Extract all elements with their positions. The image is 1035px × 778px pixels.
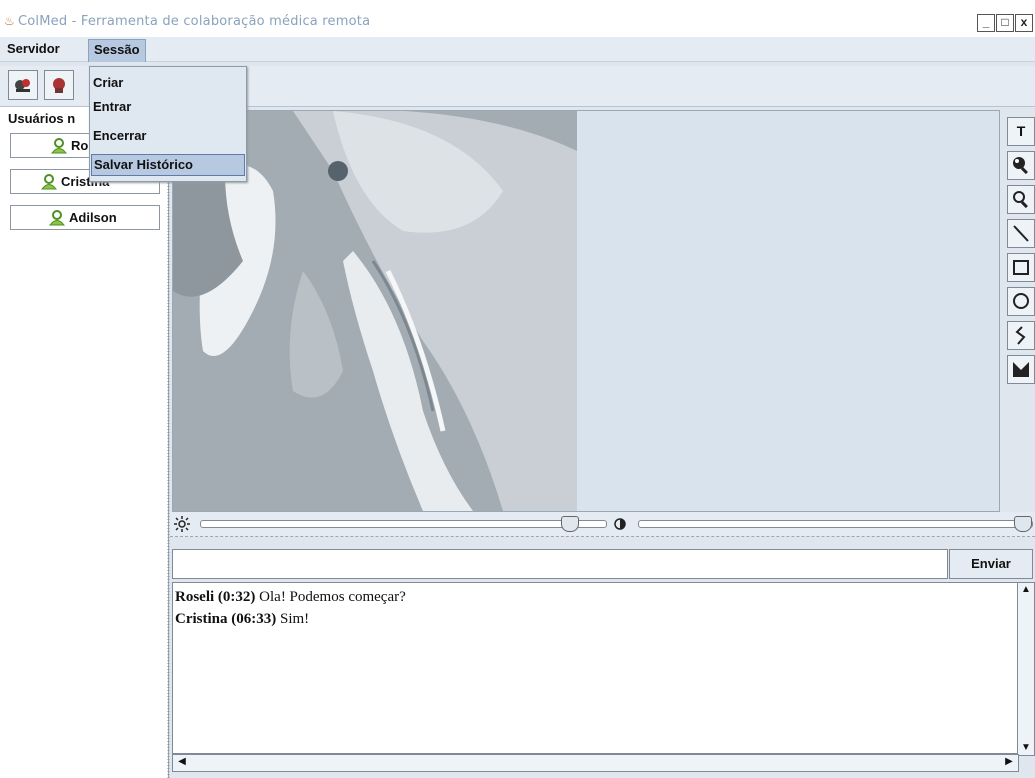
- menu-item-criar[interactable]: Criar: [91, 73, 243, 93]
- scroll-right-icon[interactable]: ▶: [1002, 755, 1016, 769]
- text-tool-button[interactable]: T: [1007, 117, 1035, 146]
- scroll-up-icon[interactable]: ▲: [1019, 583, 1033, 597]
- freehand-tool-button[interactable]: [1007, 321, 1035, 350]
- ellipse-icon: [1013, 293, 1029, 309]
- chat-sender: Cristina (06:33): [175, 611, 277, 627]
- chat-message: Cristina (06:33) Sim!: [175, 611, 309, 628]
- close-button[interactable]: x: [1015, 14, 1033, 32]
- rectangle-icon: [1013, 260, 1029, 275]
- line-tool-button[interactable]: [1007, 219, 1035, 248]
- user-icon: [41, 174, 57, 190]
- chat-message: Roseli (0:32) Ola! Podemos começar?: [175, 589, 406, 606]
- rectangle-tool-button[interactable]: [1007, 253, 1035, 282]
- contrast-slider[interactable]: [638, 516, 1033, 532]
- line-icon: [1013, 225, 1029, 242]
- chat-text: Ola! Podemos começar?: [255, 589, 406, 605]
- contrast-icon: [614, 518, 626, 530]
- contrast-slider-thumb[interactable]: [1014, 516, 1032, 532]
- menu-item-salvar-historico[interactable]: Salvar Histórico: [91, 154, 245, 176]
- connect-button[interactable]: [8, 70, 38, 100]
- scroll-down-icon[interactable]: ▼: [1019, 741, 1033, 755]
- title-bar: ♨ ColMed - Ferramenta de colaboração méd…: [0, 0, 1035, 37]
- users-panel: Usuários n Ro Cristina Adilson: [0, 107, 169, 778]
- brightness-slider-thumb[interactable]: [561, 516, 579, 532]
- chat-text: Sim!: [276, 611, 310, 627]
- user-name: Adilson: [69, 210, 117, 225]
- scroll-left-icon[interactable]: ◀: [175, 755, 189, 769]
- maximize-button[interactable]: □: [996, 14, 1014, 32]
- splitter[interactable]: [167, 107, 170, 778]
- window-controls: _ □ x: [977, 14, 1033, 32]
- image-viewer[interactable]: [172, 110, 1000, 512]
- image-adjust-bar: [170, 512, 1035, 537]
- chat-sender: Roseli (0:32): [175, 589, 256, 605]
- brightness-slider[interactable]: [200, 516, 607, 532]
- java-app-icon: ♨: [4, 14, 15, 28]
- user-icon: [49, 210, 65, 226]
- chat-log[interactable]: Roseli (0:32) Ola! Podemos começar? Cris…: [172, 582, 1018, 754]
- save-image-button[interactable]: [1007, 355, 1035, 384]
- disconnect-button[interactable]: [44, 70, 74, 100]
- session-menu-dropdown: Criar Entrar Encerrar Salvar Histórico: [89, 66, 247, 182]
- text-icon: T: [1016, 123, 1026, 139]
- window-title: ColMed - Ferramenta de colaboração médic…: [18, 14, 371, 29]
- menu-servidor[interactable]: Servidor: [2, 39, 65, 61]
- freehand-icon: [1015, 326, 1026, 345]
- send-button[interactable]: Enviar: [949, 549, 1033, 579]
- ellipse-tool-button[interactable]: [1007, 287, 1035, 316]
- menu-bar: Servidor Sessão: [0, 37, 1035, 62]
- menu-item-entrar[interactable]: Entrar: [91, 97, 243, 117]
- menu-item-encerrar[interactable]: Encerrar: [91, 126, 243, 146]
- user-item[interactable]: Adilson: [10, 205, 160, 230]
- zoom-in-button[interactable]: [1007, 151, 1035, 180]
- zoom-out-button[interactable]: [1007, 185, 1035, 214]
- minimize-button[interactable]: _: [977, 14, 995, 32]
- menu-sessao[interactable]: Sessão: [88, 39, 146, 62]
- brightness-icon: [174, 516, 190, 532]
- chat-vertical-scrollbar[interactable]: ▲ ▼: [1017, 582, 1035, 756]
- user-name: Ro: [71, 138, 89, 153]
- user-icon: [51, 138, 67, 154]
- zoom-in-icon: [1013, 157, 1028, 175]
- chat-input[interactable]: [172, 549, 948, 579]
- save-icon: [1013, 362, 1029, 377]
- zoom-out-icon: [1013, 191, 1028, 209]
- users-label: Usuários n: [8, 111, 76, 126]
- chat-horizontal-scrollbar[interactable]: ◀ ▶: [172, 754, 1019, 772]
- disconnect-icon: [53, 78, 65, 93]
- connect-icon: [15, 79, 30, 92]
